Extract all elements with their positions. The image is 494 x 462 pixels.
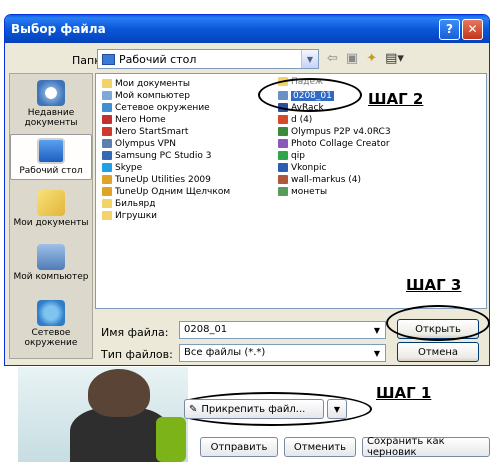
help-button[interactable]: ? xyxy=(439,18,460,40)
file-type-label: Тип файлов: xyxy=(101,348,173,361)
title-bar[interactable]: Выбор файла ? ✕ xyxy=(5,15,489,43)
folder-dropdown[interactable]: Рабочий стол ▼ xyxy=(97,49,319,69)
person-head xyxy=(88,369,150,417)
list-item[interactable]: Olympus P2P v4.0RC3 xyxy=(278,126,391,137)
places-bar: Недавние документы Рабочий стол Мои доку… xyxy=(9,73,93,359)
back-icon[interactable]: ⇦ xyxy=(327,51,338,66)
folder-value: Рабочий стол xyxy=(119,52,197,66)
app-icon xyxy=(102,175,112,184)
highlight-ellipse-file xyxy=(258,78,362,112)
list-item[interactable]: монеты xyxy=(278,186,327,197)
attach-file-button[interactable]: ✎ Прикрепить файл... xyxy=(184,399,324,419)
chevron-down-icon[interactable]: ▼ xyxy=(369,322,385,338)
list-item[interactable]: Nero Home xyxy=(102,114,166,125)
shortcut-icon xyxy=(102,139,112,148)
app-icon xyxy=(102,163,112,172)
folder-icon xyxy=(102,79,112,88)
my-documents-icon xyxy=(37,190,65,216)
file-type-select[interactable]: Все файлы (*.*) ▼ xyxy=(179,344,386,362)
step-2-label: ШАГ 2 xyxy=(368,90,424,108)
app-icon xyxy=(278,163,288,172)
place-desktop[interactable]: Рабочий стол xyxy=(10,134,92,180)
network-icon xyxy=(102,103,112,112)
list-item[interactable]: Vkonpic xyxy=(278,162,326,173)
attach-dropdown-button[interactable]: ▼ xyxy=(327,399,347,419)
place-network[interactable]: Сетевое окружение xyxy=(10,300,92,348)
folder-icon xyxy=(102,211,112,220)
step-3-label: ШАГ 3 xyxy=(406,276,462,294)
place-my-computer[interactable]: Мой компьютер xyxy=(10,244,92,282)
app-icon xyxy=(102,127,112,136)
list-item[interactable]: TuneUp Utilities 2009 xyxy=(102,174,211,185)
toolbar-icons: ⇦ ▣ ✦ ▤▾ xyxy=(327,51,404,66)
paperclip-icon: ✎ xyxy=(189,403,198,415)
file-name-input[interactable]: 0208_01 ▼ xyxy=(179,321,386,339)
view-menu-icon[interactable]: ▤▾ xyxy=(385,51,404,66)
desktop-icon xyxy=(37,138,65,164)
chevron-down-icon[interactable]: ▼ xyxy=(369,345,385,361)
step-1-label: ШАГ 1 xyxy=(376,384,432,402)
list-item[interactable]: Olympus VPN xyxy=(102,138,176,149)
image-icon xyxy=(278,175,288,184)
list-item[interactable]: Бильярд xyxy=(102,198,155,209)
list-item[interactable]: Skype xyxy=(102,162,142,173)
list-item[interactable]: Photo Collage Creator xyxy=(278,138,390,149)
place-my-documents[interactable]: Мои документы xyxy=(10,190,92,228)
app-icon xyxy=(102,187,112,196)
list-item[interactable]: wall-markus (4) xyxy=(278,174,361,185)
dialog-toolbar: Папка: Рабочий стол ▼ ⇦ ▣ ✦ ▤▾ xyxy=(5,45,489,73)
app-icon xyxy=(278,127,288,136)
new-folder-icon[interactable]: ✦ xyxy=(366,51,377,66)
list-item[interactable]: qip xyxy=(278,150,305,161)
folder-icon xyxy=(102,199,112,208)
highlight-ellipse-open xyxy=(386,305,490,341)
chevron-down-icon: ▼ xyxy=(333,404,341,414)
cancel-dialog-button[interactable]: Отмена xyxy=(397,342,479,362)
list-item[interactable]: Samsung PC Studio 3 xyxy=(102,150,212,161)
chair xyxy=(156,417,186,462)
my-computer-icon xyxy=(37,244,65,270)
close-button[interactable]: ✕ xyxy=(462,18,483,40)
app-icon xyxy=(102,115,112,124)
app-icon xyxy=(278,139,288,148)
computer-icon xyxy=(102,91,112,100)
up-folder-icon[interactable]: ▣ xyxy=(346,51,358,66)
list-item[interactable]: Nero StartSmart xyxy=(102,126,188,137)
document-icon xyxy=(278,115,288,124)
app-icon xyxy=(102,151,112,160)
network-icon xyxy=(37,300,65,326)
list-item[interactable]: TuneUp Одним Щелчком xyxy=(102,186,230,197)
image-icon xyxy=(278,187,288,196)
cancel-button[interactable]: Отменить xyxy=(284,437,356,457)
send-button[interactable]: Отправить xyxy=(200,437,278,457)
list-item[interactable]: d (4) xyxy=(278,114,312,125)
place-recent[interactable]: Недавние документы xyxy=(10,80,92,128)
desktop-icon xyxy=(102,53,115,65)
chevron-down-icon[interactable]: ▼ xyxy=(301,50,318,68)
list-item[interactable]: Игрушки xyxy=(102,210,157,221)
save-draft-button[interactable]: Сохранить как черновик xyxy=(362,436,490,458)
list-item[interactable]: Мой компьютер xyxy=(102,90,190,101)
recent-documents-icon xyxy=(37,80,65,106)
dialog-title: Выбор файла xyxy=(11,22,106,36)
illustration xyxy=(18,367,188,462)
list-item[interactable]: Сетевое окружение xyxy=(102,102,210,113)
file-name-label: Имя файла: xyxy=(101,326,169,339)
list-item[interactable]: Мои документы xyxy=(102,78,190,89)
app-icon xyxy=(278,151,288,160)
